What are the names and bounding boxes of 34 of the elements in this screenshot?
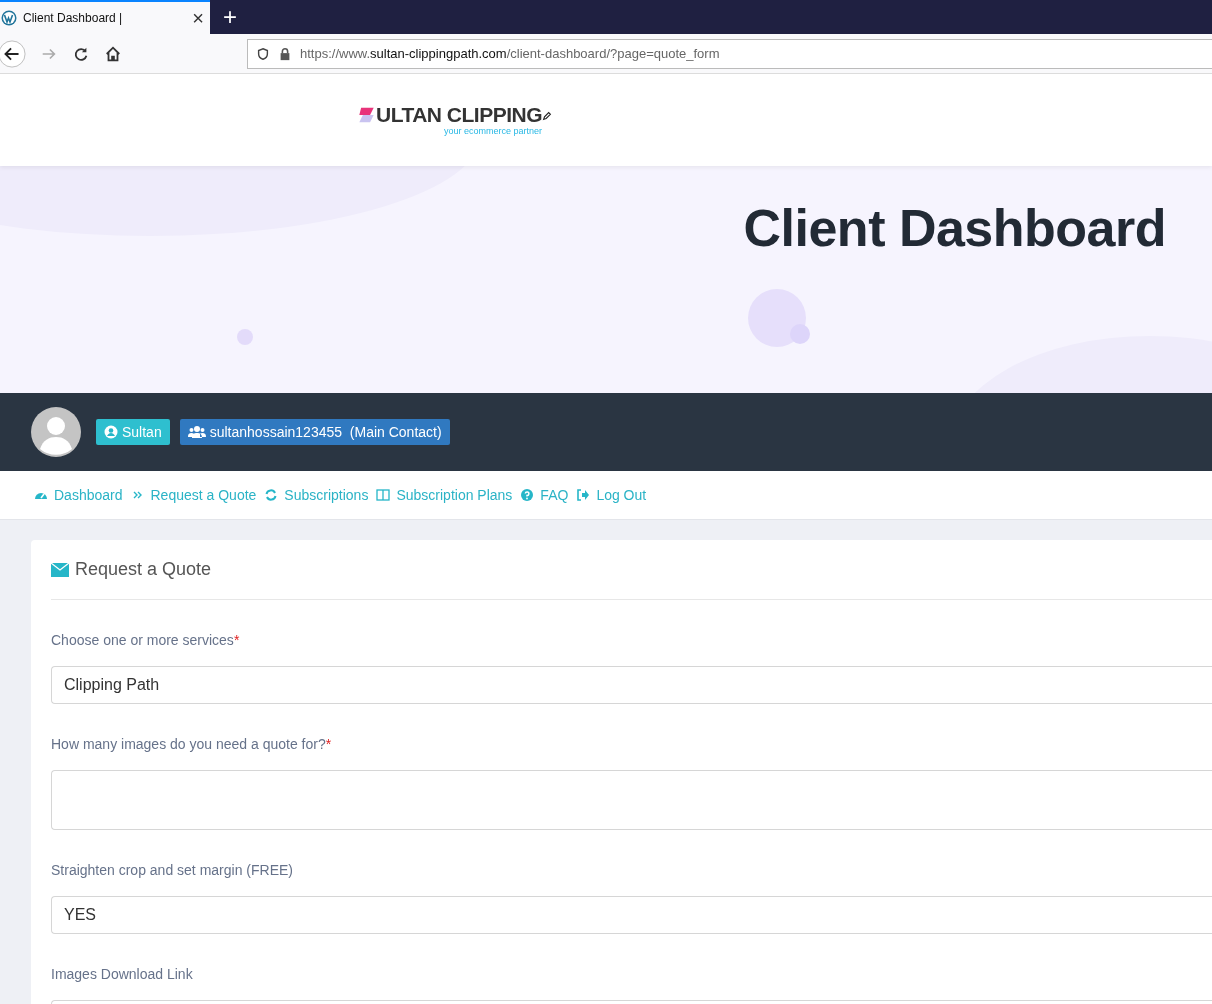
user-circle-icon [104,425,118,439]
url-text: https://www.sultan-clippingpath.com/client-dashboard/?page=quote_form [300,46,720,61]
shield-icon [256,46,270,61]
contact-badge: sultanhossain123455 (Main Contact) [179,419,450,445]
logo-text: ULTAN CLIPPING [376,104,543,126]
field-label: How many images do you need a quote for?* [51,736,333,752]
form-title: Request a Quote [75,559,212,580]
page-title: Client Dashboard [743,198,1166,258]
user-name-badge: Sultan [96,419,170,445]
avatar-icon [31,407,81,457]
back-button[interactable] [0,39,26,68]
pen-icon [542,110,553,122]
sign-out-icon [576,488,591,502]
browser-tab[interactable]: Client Dashboard | × [0,0,210,34]
field-label: Choose one or more services* [51,632,241,648]
logo-mark-icon [357,106,376,124]
wordpress-logo-icon [1,10,17,26]
question-circle-icon [520,488,535,502]
tab-title: Client Dashboard | [23,11,124,25]
close-tab-button[interactable]: × [192,6,204,30]
field-label: Straighten crop and set margin (FREE) [51,862,294,878]
home-button[interactable] [104,44,122,63]
field-label: Images Download Link [51,966,194,982]
select-field[interactable]: Clipping Path [51,666,1212,704]
logo-tagline: your ecommerce partner [444,126,543,136]
lock-icon [278,46,292,61]
refresh-icon [264,488,279,502]
select-field[interactable]: YES [51,896,1212,934]
users-icon [187,425,206,439]
textarea-field[interactable] [51,770,1212,830]
columns-icon [376,488,391,502]
address-bar[interactable]: https://www.sultan-clippingpath.com/client-dashboard/?page=quote_form [247,38,1212,69]
new-tab-button[interactable]: + [223,5,237,29]
envelope-icon [51,562,69,577]
